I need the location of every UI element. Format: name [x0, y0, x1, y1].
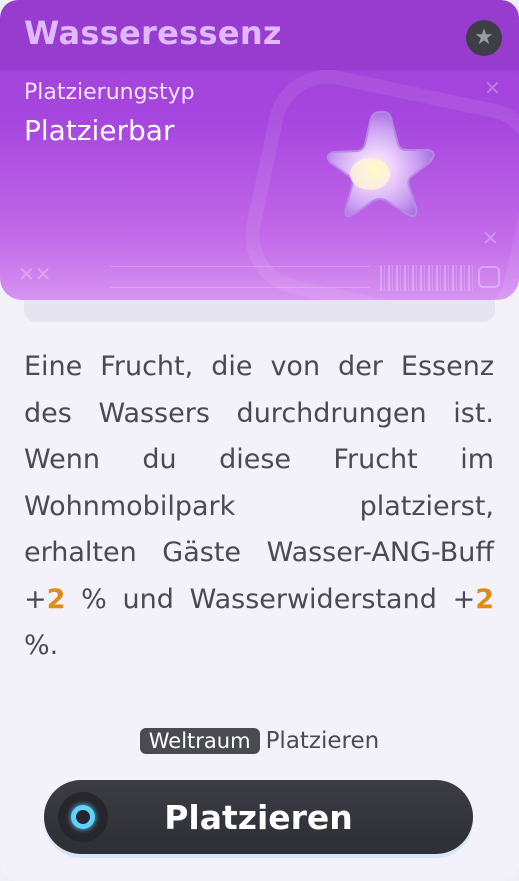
water-resistance-value: 2 [475, 583, 494, 615]
decor-x-icon: ✕ [482, 226, 499, 250]
item-description: Eine Frucht, die von der Essenz des Wass… [24, 344, 494, 670]
key-tag-space: Weltraum [139, 728, 260, 754]
placement-type-label: Platzierungstyp [24, 80, 195, 105]
camera-icon [478, 266, 500, 288]
place-button-label: Platzieren [164, 797, 353, 837]
hint-label: Platzieren [265, 728, 380, 754]
item-title: Wasseressenz [24, 14, 282, 52]
place-button[interactable]: Platzieren [44, 780, 473, 854]
water-atk-buff-value: 2 [46, 583, 66, 615]
barcode-decoration [380, 265, 475, 291]
decor-x-icon: ✕ [484, 76, 501, 100]
description-text: %. [24, 630, 59, 661]
description-text: % und Wasserwiderstand + [65, 583, 476, 615]
faint-text-lines [110, 266, 370, 288]
control-hint: Weltraum Platzieren [0, 728, 519, 754]
description-text: Eine Frucht, die von der Essenz des Wass… [24, 351, 494, 615]
item-detail-card: ✕ ✕ ✕✕ Wasseressenz ★ Platzierungstyp Pl… [0, 0, 519, 881]
purple-star-fruit-icon [310, 100, 440, 230]
placement-type-value: Platzierbar [24, 114, 175, 147]
star-icon: ★ [474, 25, 494, 50]
decor-x-icon: ✕✕ [18, 262, 52, 286]
item-header: ✕ ✕ ✕✕ Wasseressenz ★ Platzierungstyp Pl… [0, 0, 519, 300]
favorite-button[interactable]: ★ [466, 20, 502, 56]
